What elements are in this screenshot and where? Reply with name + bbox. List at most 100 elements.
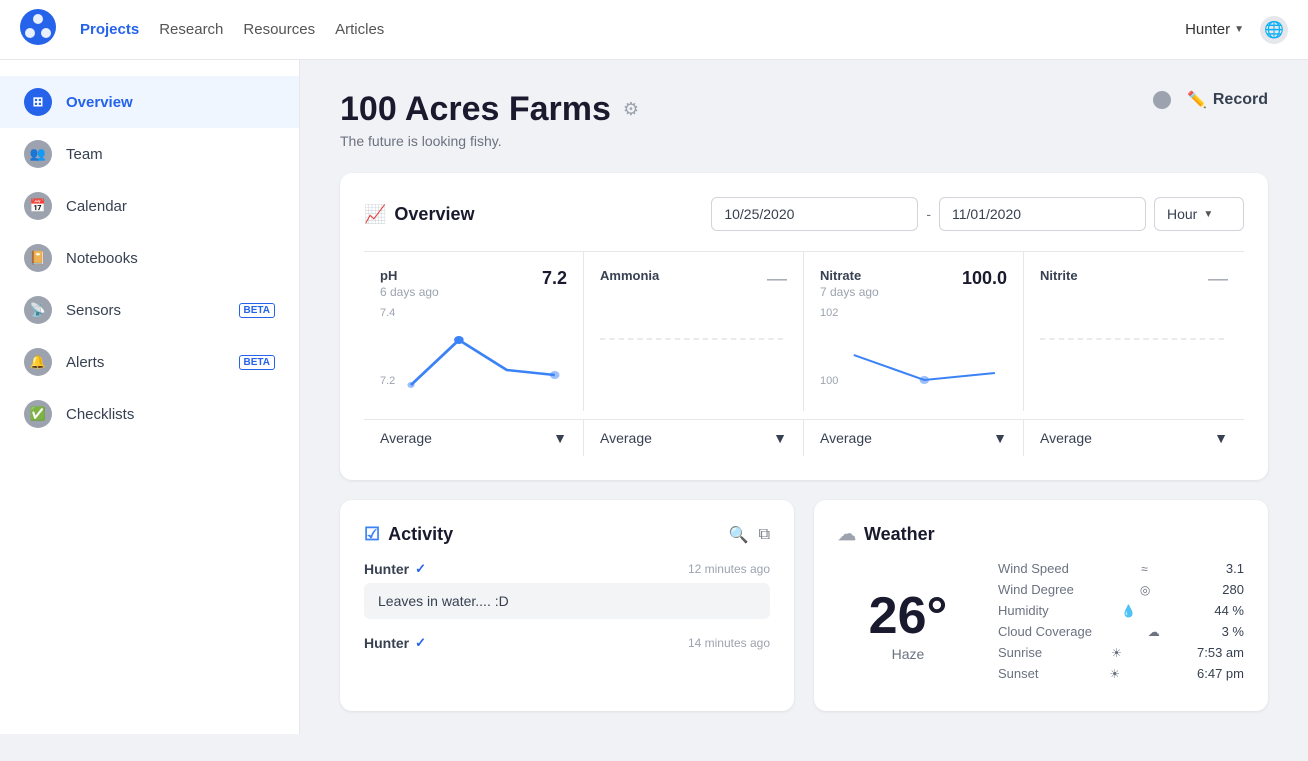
humidity-value: 44 % [1214, 603, 1244, 618]
sidebar-item-alerts[interactable]: 🔔 Alerts BETA [0, 336, 299, 388]
activity-user-1: Hunter ✓ [364, 635, 426, 651]
avg-grid: Average ▼ Average ▼ Average ▼ Average ▼ [364, 419, 1244, 456]
nav-links: Projects Research Resources Articles [80, 17, 1161, 42]
avg-nitrite-label: Average [1040, 430, 1092, 446]
bottom-grid: ☑ Activity 🔍 ⧉ Hunter ✓ 1 [340, 500, 1268, 731]
date-separator: - [926, 206, 931, 222]
cloud-coverage-label: Cloud Coverage [998, 624, 1092, 639]
notebooks-icon: 📔 [24, 244, 52, 272]
nitrate-label: Nitrate [820, 268, 879, 283]
cloud-icon: ☁ [838, 524, 856, 545]
avg-nitrate-chevron: ▼ [993, 430, 1007, 446]
ph-y1: 7.4 [380, 307, 395, 319]
sidebar-label-overview: Overview [66, 94, 133, 111]
avg-dropdown-ammonia[interactable]: Average ▼ [584, 420, 804, 456]
checklists-icon: ✅ [24, 400, 52, 428]
gear-button[interactable]: ⚙ [623, 99, 639, 120]
top-nav: Projects Research Resources Articles Hun… [0, 0, 1308, 60]
sidebar-label-calendar: Calendar [66, 198, 127, 215]
weather-card: ☁ Weather 26° Haze Wind Speed ≈ 3.1 [814, 500, 1268, 711]
activity-header: ☑ Activity 🔍 ⧉ [364, 524, 770, 545]
time-unit-chevron: ▼ [1203, 209, 1213, 220]
nitrate-y1: 102 [820, 307, 838, 319]
user-name: Hunter [1185, 21, 1230, 38]
chevron-down-icon: ▼ [1234, 24, 1244, 35]
sidebar-item-notebooks[interactable]: 📔 Notebooks [0, 232, 299, 284]
sunrise-value: 7:53 am [1197, 645, 1244, 660]
weather-wind-degree: Wind Degree ◎ 280 [998, 582, 1244, 597]
activity-username-0: Hunter [364, 561, 409, 577]
activity-entry-1: Hunter ✓ 14 minutes ago [364, 635, 770, 651]
nav-research[interactable]: Research [159, 17, 223, 42]
avg-ammonia-chevron: ▼ [773, 430, 787, 446]
weather-title: Weather [864, 524, 935, 545]
wind-degree-value: 280 [1222, 582, 1244, 597]
activity-note-0: Leaves in water.... :D [364, 583, 770, 619]
wind-degree-icon: ◎ [1140, 583, 1150, 597]
check-icon-0: ✓ [415, 561, 426, 577]
logo[interactable] [20, 9, 56, 50]
activity-actions: 🔍 ⧉ [729, 525, 770, 545]
sidebar-item-overview[interactable]: ⊞ Overview [0, 76, 299, 128]
record-button[interactable]: ✏️ Record [1187, 90, 1268, 110]
globe-icon[interactable]: 🌐 [1260, 16, 1288, 44]
weather-desc: Haze [838, 646, 978, 662]
weather-wind-speed: Wind Speed ≈ 3.1 [998, 561, 1244, 576]
page-subtitle: The future is looking fishy. [340, 133, 639, 149]
avg-dropdown-nitrite[interactable]: Average ▼ [1024, 420, 1244, 456]
sidebar-item-sensors[interactable]: 📡 Sensors BETA [0, 284, 299, 336]
nitrite-label: Nitrite [1040, 268, 1078, 283]
avg-dropdown-nitrate[interactable]: Average ▼ [804, 420, 1024, 456]
sidebar-item-team[interactable]: 👥 Team [0, 128, 299, 180]
activity-time-1: 14 minutes ago [688, 636, 770, 650]
team-icon: 👥 [24, 140, 52, 168]
date-to-input[interactable] [939, 197, 1146, 231]
sunset-icon: ☀ [1109, 667, 1120, 681]
sidebar-label-alerts: Alerts [66, 354, 104, 371]
nav-articles[interactable]: Articles [335, 17, 384, 42]
time-unit-label: Hour [1167, 206, 1197, 222]
wind-speed-value: 3.1 [1226, 561, 1244, 576]
date-from-input[interactable] [711, 197, 918, 231]
app-layout: ⊞ Overview 👥 Team 📅 Calendar 📔 Notebooks… [0, 60, 1308, 761]
overview-card: 📈 Overview - Hour ▼ [340, 173, 1268, 480]
sidebar: ⊞ Overview 👥 Team 📅 Calendar 📔 Notebooks… [0, 60, 300, 734]
sidebar-label-checklists: Checklists [66, 406, 134, 423]
overview-card-title: 📈 Overview [364, 204, 474, 225]
sidebar-item-calendar[interactable]: 📅 Calendar [0, 180, 299, 232]
metric-ph: pH 6 days ago 7.2 7.4 7.2 [364, 252, 584, 411]
page-header: 100 Acres Farms ⚙ The future is looking … [340, 90, 1268, 149]
time-unit-select[interactable]: Hour ▼ [1154, 197, 1244, 231]
nitrate-value: 100.0 [962, 268, 1007, 289]
humidity-icon: 💧 [1121, 604, 1136, 618]
overview-icon: ⊞ [24, 88, 52, 116]
calendar-icon: 📅 [24, 192, 52, 220]
alerts-badge: BETA [239, 355, 275, 370]
weather-body: 26° Haze Wind Speed ≈ 3.1 Wind Degree ◎ … [838, 561, 1244, 687]
avg-nitrite-chevron: ▼ [1214, 430, 1228, 446]
overview-title-text: Overview [394, 204, 474, 225]
date-controls: - Hour ▼ [711, 197, 1244, 231]
layout-button[interactable]: ⧉ [759, 525, 770, 545]
activity-title: ☑ Activity [364, 524, 453, 545]
avg-ph-chevron: ▼ [553, 430, 567, 446]
user-menu[interactable]: Hunter ▼ [1185, 21, 1244, 38]
nav-resources[interactable]: Resources [243, 17, 315, 42]
status-dot [1153, 91, 1171, 109]
nitrate-time: 7 days ago [820, 285, 879, 299]
search-button[interactable]: 🔍 [729, 525, 749, 545]
avg-dropdown-ph[interactable]: Average ▼ [364, 420, 584, 456]
ph-y2: 7.2 [380, 375, 395, 387]
sensors-icon: 📡 [24, 296, 52, 324]
pencil-icon: ✏️ [1187, 90, 1207, 110]
sidebar-label-team: Team [66, 146, 103, 163]
sunrise-icon: ☀ [1111, 646, 1122, 660]
nav-projects[interactable]: Projects [80, 17, 139, 42]
weather-temp: 26° [838, 586, 978, 646]
nav-right: Hunter ▼ 🌐 [1185, 16, 1288, 44]
sidebar-item-checklists[interactable]: ✅ Checklists [0, 388, 299, 440]
sidebar-label-notebooks: Notebooks [66, 250, 138, 267]
sensors-badge: BETA [239, 303, 275, 318]
metric-nitrate: Nitrate 7 days ago 100.0 102 100 [804, 252, 1024, 411]
avg-nitrate-label: Average [820, 430, 872, 446]
